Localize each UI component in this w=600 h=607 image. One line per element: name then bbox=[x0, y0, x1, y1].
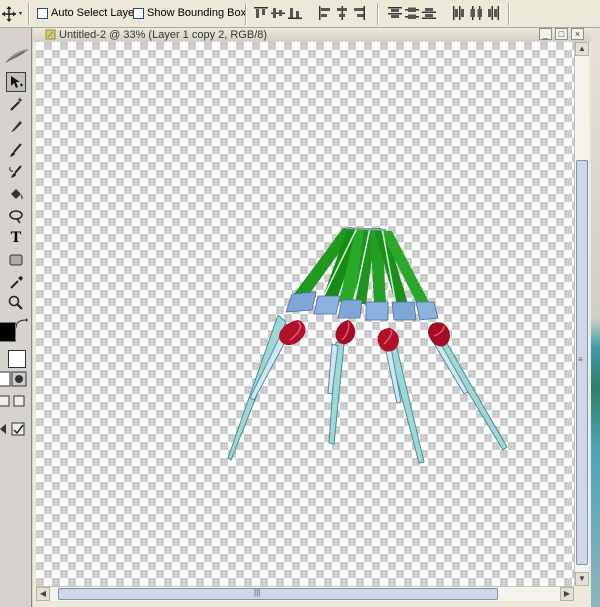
scroll-grip-icon: ≡ bbox=[578, 355, 583, 364]
foreground-color-swatch[interactable] bbox=[0, 322, 16, 342]
dodge-icon[interactable] bbox=[6, 206, 26, 226]
scroll-right-button[interactable]: ▶ bbox=[560, 587, 574, 601]
sword-blades bbox=[227, 314, 508, 464]
show-bounding-box-label: Show Bounding Box bbox=[147, 7, 247, 19]
align-right-icon[interactable] bbox=[352, 6, 366, 20]
align-top-icon[interactable] bbox=[254, 6, 268, 20]
align-vcenter-icon[interactable] bbox=[271, 6, 285, 20]
distribute-hcenter-icon[interactable] bbox=[469, 6, 483, 20]
distribute-right-icon[interactable] bbox=[486, 6, 500, 20]
horizontal-scrollbar[interactable]: ◀ ||| ▶ bbox=[36, 586, 574, 601]
distribute-left-icon[interactable] bbox=[452, 6, 466, 20]
move-icon[interactable] bbox=[6, 72, 26, 92]
scroll-down-button[interactable]: ▼ bbox=[575, 572, 589, 586]
document-canvas[interactable] bbox=[36, 42, 574, 586]
align-hcenter-icon[interactable] bbox=[335, 6, 349, 20]
auto-select-layer-checkbox[interactable]: Auto Select Layer bbox=[37, 7, 138, 19]
toolbar-divider bbox=[28, 3, 30, 25]
distribute-bottom-icon[interactable] bbox=[422, 6, 436, 20]
artwork bbox=[227, 227, 508, 464]
red-pommels bbox=[279, 320, 450, 352]
minimize-button[interactable]: _ bbox=[539, 28, 552, 40]
vertical-scrollbar[interactable]: ▲ ≡ ▼ bbox=[574, 42, 589, 586]
checkbox-icon[interactable] bbox=[133, 7, 144, 19]
type-icon[interactable]: T bbox=[6, 228, 26, 248]
background-color-swatch[interactable] bbox=[8, 350, 26, 368]
move-tool-preset-icon[interactable] bbox=[2, 6, 24, 22]
toolbox: T bbox=[0, 28, 32, 607]
document-title-bar[interactable]: Untitled-2 @ 33% (Layer 1 copy 2, RGB/8)… bbox=[33, 28, 591, 42]
slice-icon[interactable] bbox=[6, 116, 26, 136]
maximize-button[interactable]: □ bbox=[555, 28, 568, 40]
auto-select-layer-label: Auto Select Layer bbox=[51, 7, 138, 19]
toolbar-divider bbox=[245, 3, 247, 25]
distribute-top-icon[interactable] bbox=[388, 6, 402, 20]
options-bar: Auto Select Layer Show Bounding Box bbox=[0, 0, 600, 28]
history-brush-icon[interactable] bbox=[6, 162, 26, 182]
document-title: Untitled-2 @ 33% (Layer 1 copy 2, RGB/8) bbox=[59, 29, 268, 41]
scroll-up-button[interactable]: ▲ bbox=[575, 42, 589, 56]
toolbar-divider bbox=[508, 3, 510, 25]
feather-logo-icon bbox=[4, 48, 30, 64]
close-button[interactable]: × bbox=[571, 28, 584, 40]
toolbar-divider bbox=[377, 3, 379, 25]
distribute-vcenter-icon[interactable] bbox=[405, 6, 419, 20]
screen-mode-icon[interactable] bbox=[0, 394, 28, 410]
quick-mask-icon[interactable] bbox=[0, 371, 28, 387]
paint-bucket-icon[interactable] bbox=[6, 184, 26, 204]
brush-icon[interactable] bbox=[6, 140, 26, 160]
document-icon bbox=[45, 29, 56, 40]
magic-wand-icon[interactable] bbox=[6, 94, 26, 114]
swap-colors-icon[interactable] bbox=[14, 318, 28, 330]
shape-icon[interactable] bbox=[6, 250, 26, 270]
align-bottom-icon[interactable] bbox=[288, 6, 302, 20]
align-left-icon[interactable] bbox=[318, 6, 332, 20]
scroll-left-button[interactable]: ◀ bbox=[36, 587, 50, 601]
background-window-edge bbox=[591, 28, 600, 607]
scroll-grip-icon: ||| bbox=[254, 588, 261, 597]
document-window: Untitled-2 @ 33% (Layer 1 copy 2, RGB/8)… bbox=[33, 28, 591, 607]
checkbox-icon[interactable] bbox=[37, 7, 48, 19]
eyedropper-icon[interactable] bbox=[6, 272, 26, 292]
show-bounding-box-checkbox[interactable]: Show Bounding Box bbox=[133, 7, 246, 19]
horizontal-scroll-thumb[interactable] bbox=[58, 588, 498, 600]
jump-to-imageready-icon[interactable] bbox=[0, 420, 28, 438]
zoom-icon[interactable] bbox=[6, 293, 26, 313]
